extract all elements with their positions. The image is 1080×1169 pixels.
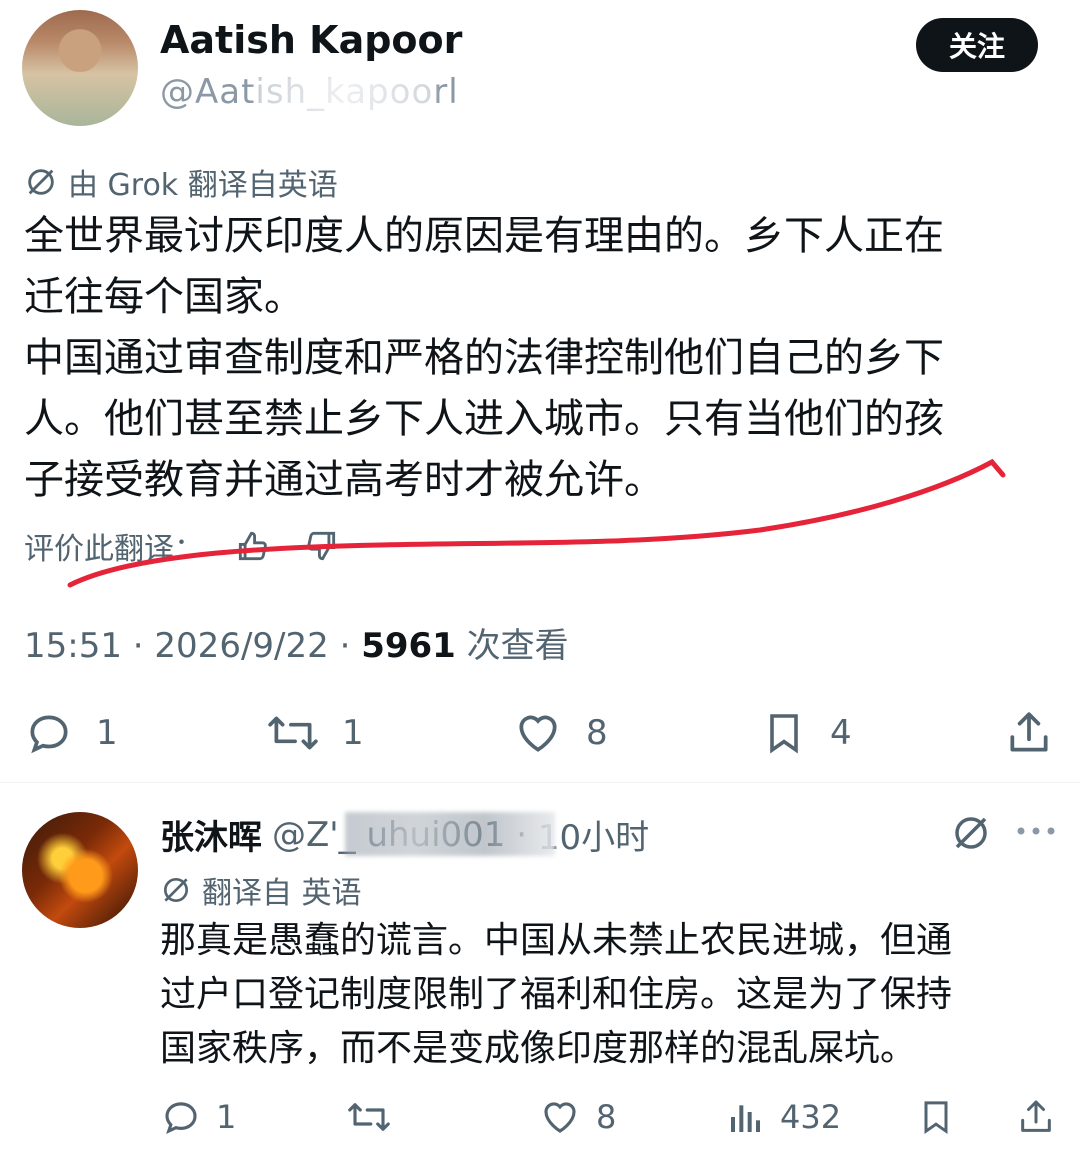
bookmark-count: 4 [830, 713, 852, 753]
reply-text-line: 国家秩序，而不是变成像印度那样的混乱屎坑。 [160, 1028, 917, 1069]
reply-reply-button[interactable]: 1 [160, 1096, 236, 1138]
repost-count: 1 [342, 713, 364, 753]
bookmark-button[interactable]: 4 [760, 708, 852, 758]
repost-button[interactable]: 1 [266, 708, 364, 758]
translate-toggle-icon[interactable] [950, 812, 992, 854]
view-count: 5961 [361, 626, 456, 666]
reply-icon [160, 1096, 202, 1138]
section-divider [0, 782, 1080, 783]
reply-author-name[interactable]: 张沐晖 [160, 810, 262, 859]
reply-like-count: 8 [596, 1098, 617, 1136]
reply-bookmark-button[interactable] [916, 1096, 956, 1138]
reply-action-bar: 1 8 432 [160, 1090, 1060, 1150]
share-icon [1016, 1096, 1056, 1138]
heart-icon [512, 708, 564, 758]
post-action-bar: 1 1 8 4 [0, 700, 1080, 764]
reply-share-button[interactable] [1016, 1096, 1056, 1138]
post-date: 2026/9/22 [154, 626, 329, 666]
reply-text-line: 那真是愚蠢的谎言。中国从未禁止农民进城，但通 [160, 920, 953, 961]
repost-icon [346, 1096, 392, 1138]
post-time: 15:51 [24, 626, 122, 666]
red-annotation-stroke [67, 458, 1006, 588]
reply-translation-label: 翻译自 英语 [202, 876, 362, 911]
reply-repost-button[interactable] [346, 1096, 392, 1138]
share-button[interactable] [1004, 708, 1054, 758]
more-icon[interactable] [1016, 826, 1056, 836]
reply-text: 那真是愚蠢的谎言。中国从未禁止农民进城，但通 过户口登记制度限制了福利和住房。这… [160, 914, 1060, 1076]
reply-reply-count: 1 [216, 1098, 237, 1136]
reply-avatar[interactable] [22, 812, 138, 928]
handle-redaction [345, 812, 555, 856]
reply-view-count: 432 [780, 1098, 842, 1136]
reply-text-line: 过户口登记制度限制了福利和住房。这是为了保持 [160, 974, 953, 1015]
bookmark-icon [760, 708, 808, 758]
reply-icon [24, 708, 74, 758]
bookmark-icon [916, 1096, 956, 1138]
views-icon [726, 1096, 766, 1138]
reply-translation-notice: 翻译自 英语 [160, 868, 362, 912]
heart-icon [538, 1096, 582, 1138]
reply-button[interactable]: 1 [24, 708, 118, 758]
repost-icon [266, 708, 320, 758]
translate-icon [160, 874, 192, 906]
reply-like-button[interactable]: 8 [538, 1096, 616, 1138]
share-icon [1004, 708, 1054, 758]
reply-views-button[interactable]: 432 [726, 1096, 841, 1138]
view-count-label: 次查看 [466, 626, 569, 666]
reply-count: 1 [96, 713, 118, 753]
like-button[interactable]: 8 [512, 708, 608, 758]
like-count: 8 [586, 713, 608, 753]
post-meta: 15:51 · 2026/9/22 · 5961 次查看 [24, 626, 569, 666]
